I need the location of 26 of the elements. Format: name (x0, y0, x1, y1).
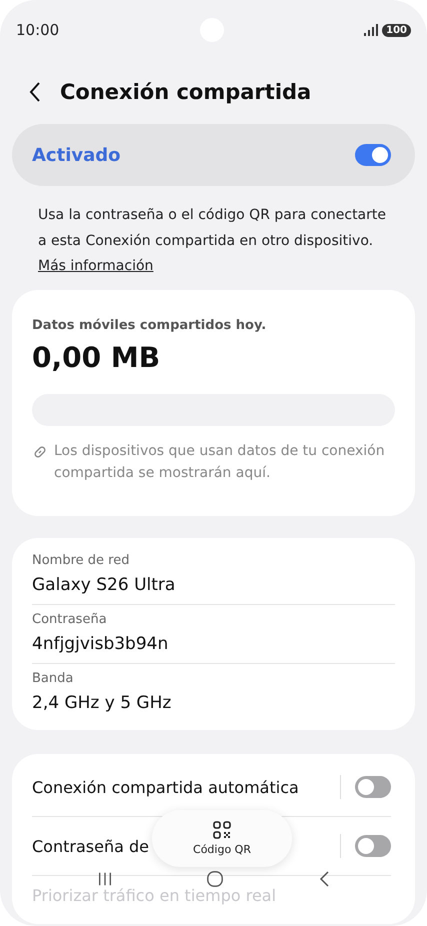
link-icon (32, 444, 48, 460)
info-text: Usa la contraseña o el código QR para conectarte a esta Conexión compartida en otro dispositivo. (37, 206, 387, 251)
more-info-link[interactable]: Más información (38, 254, 154, 278)
devices-hint: Los dispositivos que usan datos de tu conexión compartida se mostrarán aquí. (54, 442, 386, 483)
field-value[interactable]: 2,4 GHz y 5 GHz (32, 690, 395, 716)
switch-label: Activado (32, 144, 121, 166)
field-label: Banda (32, 670, 74, 688)
field-value[interactable]: 4nfjgjvisb3b94n (32, 631, 395, 657)
field-label: Nombre de red (32, 552, 130, 570)
toggle-switch[interactable] (355, 776, 391, 798)
back-icon[interactable] (28, 81, 42, 103)
usage-label: Datos móviles compartidos hoy. (32, 318, 268, 333)
usage-amount: 0,00 MB (32, 341, 162, 374)
toggle-switch[interactable] (355, 835, 391, 857)
setting-label[interactable]: Conexión compartida automática (32, 778, 340, 796)
page-title: Conexión compartida (60, 80, 312, 104)
toggle-switch[interactable] (355, 144, 391, 166)
master-switch-bar[interactable]: Activado (12, 124, 415, 186)
field-label: Contraseña (32, 611, 108, 629)
signal-icon (364, 24, 378, 36)
qr-code-button[interactable]: Código QR (152, 810, 292, 867)
field-value[interactable]: Galaxy S26 Ultra (32, 572, 395, 598)
setting-label[interactable]: Contraseña de (32, 836, 149, 856)
status-time: 10:00 (16, 21, 60, 39)
battery-level: 100 (382, 24, 411, 36)
qr-code-icon (213, 821, 231, 839)
